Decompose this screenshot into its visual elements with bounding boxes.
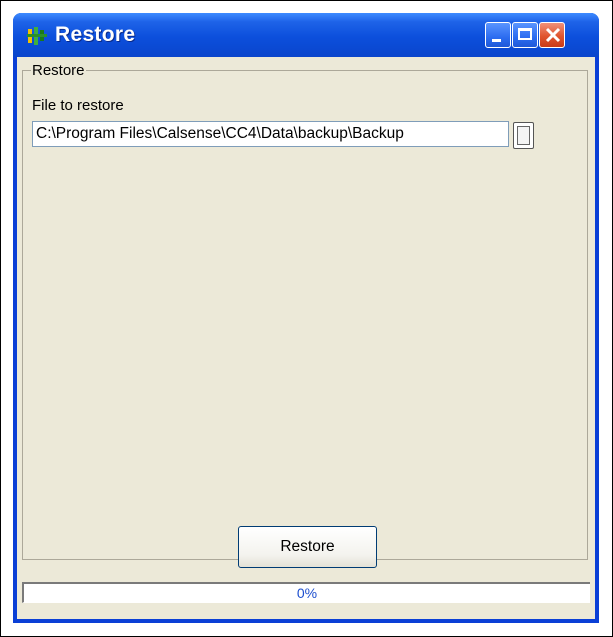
title-bar[interactable]: Restore (13, 13, 599, 57)
minimize-icon (492, 39, 501, 42)
window-client-area: Restore File to restore C:\Program Files… (17, 57, 595, 619)
restore-button[interactable]: Restore (238, 526, 377, 568)
maximize-icon (518, 28, 532, 40)
minimize-button[interactable] (485, 22, 511, 48)
browse-icon (517, 126, 530, 145)
app-icon (27, 27, 47, 45)
browse-button[interactable] (513, 122, 534, 149)
progress-bar: 0% (22, 582, 590, 603)
screenshot-frame: Restore Restore File to restore C:\Progr… (0, 0, 613, 637)
maximize-button[interactable] (512, 22, 538, 48)
restore-window: Restore Restore File to restore C:\Progr… (13, 13, 599, 623)
close-icon (545, 27, 561, 43)
progress-percent: 0% (296, 585, 318, 601)
close-button[interactable] (539, 22, 565, 48)
file-to-restore-label: File to restore (32, 97, 124, 114)
window-title: Restore (55, 23, 136, 46)
file-path-field[interactable]: C:\Program Files\Calsense\CC4\Data\backu… (32, 121, 509, 147)
groupbox-label: Restore (31, 62, 86, 79)
